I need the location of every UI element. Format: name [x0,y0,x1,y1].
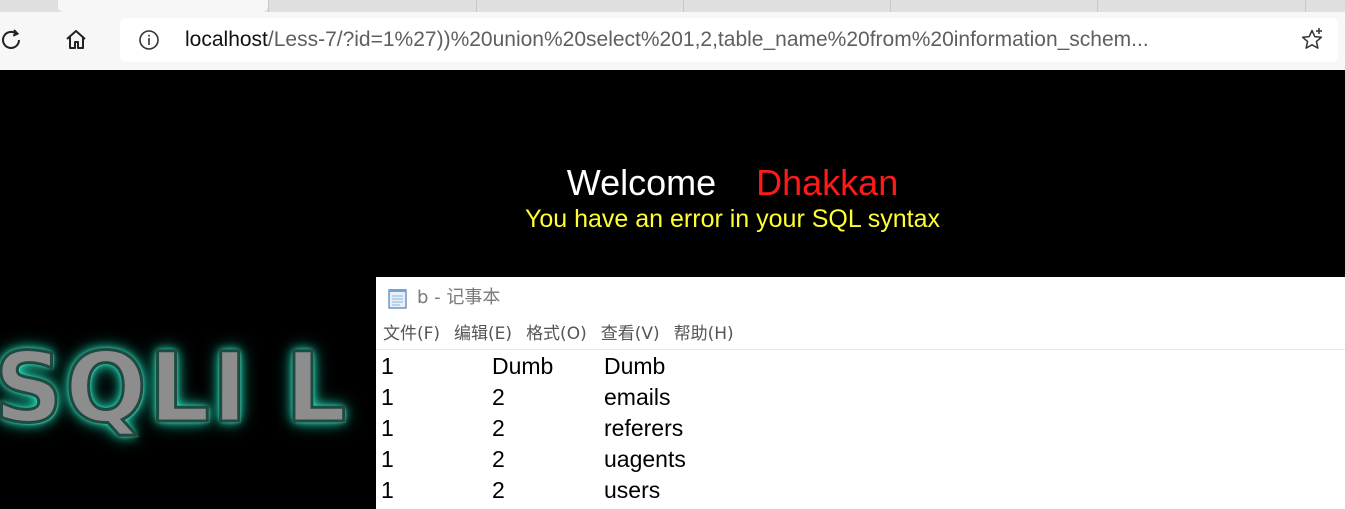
tab-divider [683,0,684,12]
home-icon[interactable] [62,26,90,54]
tab-strip [0,0,1345,12]
text-line: 1 2 referers [376,413,1345,444]
text-cell: 1 [381,415,394,441]
text-cell: Dumb [604,353,666,379]
welcome-line: Welcome Dhakkan [0,162,1345,204]
text-cell: uagents [604,446,686,472]
notepad-titlebar[interactable]: b - 记事本 [376,277,1345,319]
menu-view[interactable]: 查看(V) [594,319,667,349]
menu-format[interactable]: 格式(O) [519,319,594,349]
menu-file[interactable]: 文件(F) [376,319,447,349]
text-cell: 2 [492,477,505,503]
info-icon[interactable] [138,29,160,51]
text-line: 1 2 users [376,475,1345,506]
url-path: /Less-7/?id=1%27))%20union%20select%201,… [267,28,1149,51]
notepad-window[interactable]: b - 记事本 文件(F) 编辑(E) 格式(O) 查看(V) 帮助(H) 1 … [376,277,1345,509]
favorite-star-icon[interactable] [1300,28,1324,52]
text-line: 1 Dumb Dumb [376,351,1345,382]
text-line: 1 2 uagents [376,444,1345,475]
refresh-icon[interactable] [0,26,26,54]
text-cell: 2 [492,415,505,441]
user-name: Dhakkan [756,162,899,203]
text-cell: 1 [381,353,394,379]
tab-divider [1305,0,1306,12]
text-cell: users [604,477,661,503]
text-cell: Dumb [492,353,554,379]
notepad-title: b - 记事本 [417,287,501,308]
text-line: 1 2 emails [376,382,1345,413]
tab-divider [890,0,891,12]
sqli-labs-logo: SQLI L [0,331,349,446]
url-host: localhost [185,28,268,51]
text-cell: 2 [492,384,505,410]
welcome-text: Welcome [566,162,717,203]
tab-divider [476,0,477,12]
tab-active[interactable] [58,0,268,12]
browser-toolbar: localhost/Less-7/?id=1%27))%20union%20se… [0,12,1345,71]
text-cell: 1 [381,446,394,472]
tab-divider [268,0,269,12]
text-cell: 1 [381,384,394,410]
notepad-icon [386,287,410,309]
notepad-menubar: 文件(F) 编辑(E) 格式(O) 查看(V) 帮助(H) [376,319,1345,350]
url-text[interactable]: localhost/Less-7/?id=1%27))%20union%20se… [185,18,1285,62]
notepad-text-area[interactable]: 1 Dumb Dumb 1 2 emails 1 2 referers 1 2 … [376,351,1345,506]
menu-help[interactable]: 帮助(H) [667,319,741,349]
text-cell: emails [604,384,671,410]
sql-error-message: You have an error in your SQL syntax [524,205,941,233]
address-bar[interactable]: localhost/Less-7/?id=1%27))%20union%20se… [120,18,1338,62]
text-cell: 2 [492,446,505,472]
text-cell: referers [604,415,684,441]
text-cell: 1 [381,477,394,503]
tab-divider [1097,0,1098,12]
menu-edit[interactable]: 编辑(E) [447,319,519,349]
